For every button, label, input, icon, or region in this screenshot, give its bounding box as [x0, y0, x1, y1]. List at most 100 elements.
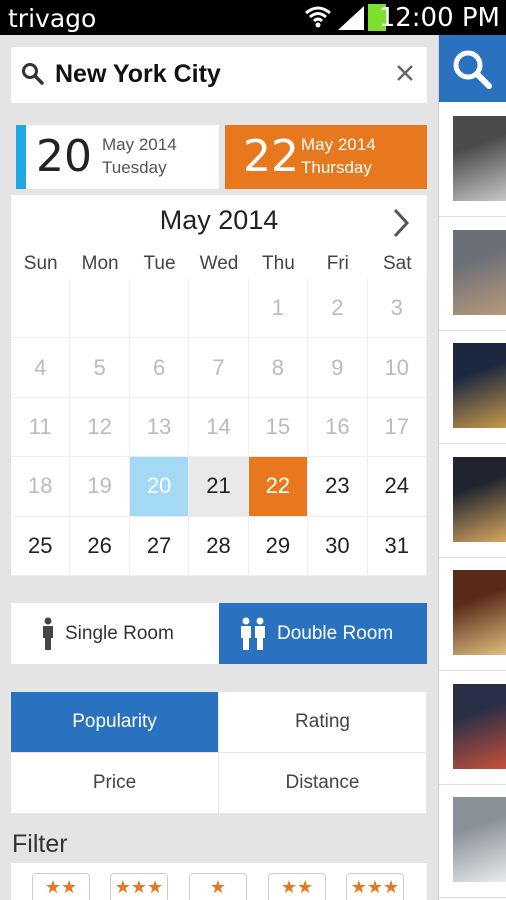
result-divider — [439, 897, 506, 898]
checkin-date-box[interactable]: 20 May 2014 Tuesday — [16, 125, 219, 189]
calendar-day[interactable]: 12 — [70, 397, 130, 458]
calendar-day[interactable]: 16 — [308, 397, 368, 458]
hotel-thumbnail[interactable] — [453, 116, 506, 201]
calendar-day[interactable]: 4 — [11, 338, 71, 398]
clear-icon[interactable] — [393, 61, 417, 85]
star-filter-row: ★★ ★★★ ★ ★★ ★★★ — [11, 863, 427, 900]
calendar-day[interactable]: 23 — [308, 457, 368, 517]
results-strip — [438, 35, 506, 900]
signal-icon — [338, 6, 364, 30]
checkin-weekday: Tuesday — [102, 158, 167, 177]
result-divider — [439, 556, 506, 558]
calendar-month-title: May 2014 — [159, 205, 279, 235]
person-icon — [41, 617, 55, 651]
calendar: May 2014 Sun Mon Tue Wed Thu Fri Sat 123456789… — [11, 195, 427, 576]
calendar-empty-cell — [189, 279, 249, 339]
calendar-day[interactable]: 7 — [189, 338, 249, 398]
calendar-day[interactable]: 29 — [248, 516, 309, 576]
calendar-day[interactable]: 9 — [308, 338, 368, 398]
calendar-day[interactable]: 1 — [248, 279, 309, 339]
calendar-day[interactable]: 3 — [367, 279, 427, 339]
weekday-label: Fri — [326, 253, 349, 274]
weekday-label: Wed — [199, 253, 239, 274]
weekday-header: Sun Mon Tue Wed Thu Fri Sat — [11, 253, 427, 279]
sort-popularity-button[interactable]: Popularity — [11, 692, 219, 753]
weekday-label: Mon — [81, 253, 119, 274]
calendar-day[interactable]: 17 — [367, 397, 427, 458]
calendar-day[interactable]: 14 — [189, 397, 249, 458]
calendar-day[interactable]: 20 — [129, 457, 190, 517]
star-filter-button[interactable]: ★★★ — [110, 873, 168, 900]
result-divider — [439, 783, 506, 785]
hotel-thumbnail[interactable] — [453, 229, 506, 315]
calendar-day[interactable]: 30 — [308, 516, 368, 576]
checkout-date-box[interactable]: 22 May 2014 Thursday — [225, 125, 427, 189]
calendar-day[interactable]: 5 — [70, 338, 130, 398]
filter-title: Filter — [12, 830, 68, 858]
calendar-day[interactable]: 13 — [129, 397, 190, 458]
weekday-label: Sat — [382, 253, 412, 274]
search-icon — [453, 50, 492, 89]
status-bar: trivago 12:00 PM — [0, 0, 506, 35]
checkout-weekday: Thursday — [301, 158, 372, 177]
calendar-empty-cell — [70, 279, 130, 339]
checkin-month: May 2014 — [102, 135, 177, 154]
calendar-day[interactable]: 19 — [70, 457, 130, 517]
app-name: trivago — [8, 4, 97, 33]
calendar-day[interactable]: 15 — [248, 397, 309, 458]
calendar-day[interactable]: 18 — [11, 457, 71, 517]
calendar-day[interactable]: 27 — [129, 516, 190, 576]
calendar-empty-cell — [129, 279, 190, 339]
result-divider — [439, 443, 506, 444]
calendar-day[interactable]: 8 — [248, 338, 309, 398]
checkout-day: 22 — [243, 131, 299, 182]
chevron-right-icon[interactable] — [391, 207, 411, 239]
hotel-thumbnail[interactable] — [453, 343, 506, 428]
hotel-thumbnail[interactable] — [453, 456, 506, 542]
calendar-day[interactable]: 25 — [11, 516, 71, 576]
star-filter-button[interactable]: ★★★ — [346, 873, 404, 900]
hotel-thumbnail[interactable] — [453, 797, 506, 882]
result-divider — [439, 216, 506, 217]
search-icon — [22, 63, 44, 85]
calendar-day[interactable]: 21 — [189, 457, 249, 517]
calendar-day[interactable]: 28 — [189, 516, 249, 576]
calendar-empty-cell — [11, 279, 71, 339]
hotel-thumbnail[interactable] — [453, 683, 506, 769]
calendar-day[interactable]: 10 — [367, 338, 427, 398]
calendar-day[interactable]: 26 — [70, 516, 130, 576]
clock: 12:00 PM — [378, 3, 500, 33]
calendar-day[interactable]: 24 — [367, 457, 427, 517]
calendar-grid: 1 2 3 4 5 6 7 8 9 10 11 12 13 14 15 16 17 18 19 20 21 22 23 24 2… — [11, 279, 427, 576]
search-query[interactable]: New York City — [55, 60, 221, 89]
search-button[interactable] — [439, 35, 506, 102]
sort-rating-button[interactable]: Rating — [219, 692, 427, 753]
result-divider — [439, 329, 506, 331]
sort-price-button[interactable]: Price — [11, 753, 219, 814]
checkin-day: 20 — [36, 131, 92, 182]
star-filter-button[interactable]: ★★ — [32, 873, 90, 900]
hotel-thumbnail[interactable] — [453, 570, 506, 655]
single-room-label: Single Room — [65, 622, 174, 644]
star-filter-button[interactable]: ★ — [189, 873, 247, 900]
double-room-label: Double Room — [277, 622, 394, 644]
calendar-day[interactable]: 6 — [129, 338, 190, 398]
weekday-label: Thu — [262, 253, 295, 274]
room-type-selector: Single Room Double Room — [11, 603, 427, 664]
weekday-label: Sun — [23, 253, 58, 274]
calendar-day[interactable]: 22 — [248, 457, 309, 517]
calendar-day[interactable]: 11 — [11, 397, 71, 458]
calendar-day[interactable]: 31 — [367, 516, 427, 576]
wifi-icon — [305, 6, 331, 28]
single-room-button[interactable]: Single Room — [11, 603, 219, 664]
double-room-button[interactable]: Double Room — [219, 603, 427, 664]
sort-distance-button[interactable]: Distance — [219, 753, 427, 814]
result-divider — [439, 670, 506, 671]
checkout-month: May 2014 — [301, 135, 376, 154]
search-panel: New York City 20 May 2014 Tuesday 22 May… — [0, 35, 438, 900]
two-persons-icon — [239, 617, 267, 651]
weekday-label: Tue — [143, 253, 176, 274]
search-field[interactable]: New York City — [11, 47, 427, 103]
star-filter-button[interactable]: ★★ — [268, 873, 326, 900]
calendar-day[interactable]: 2 — [308, 279, 368, 339]
